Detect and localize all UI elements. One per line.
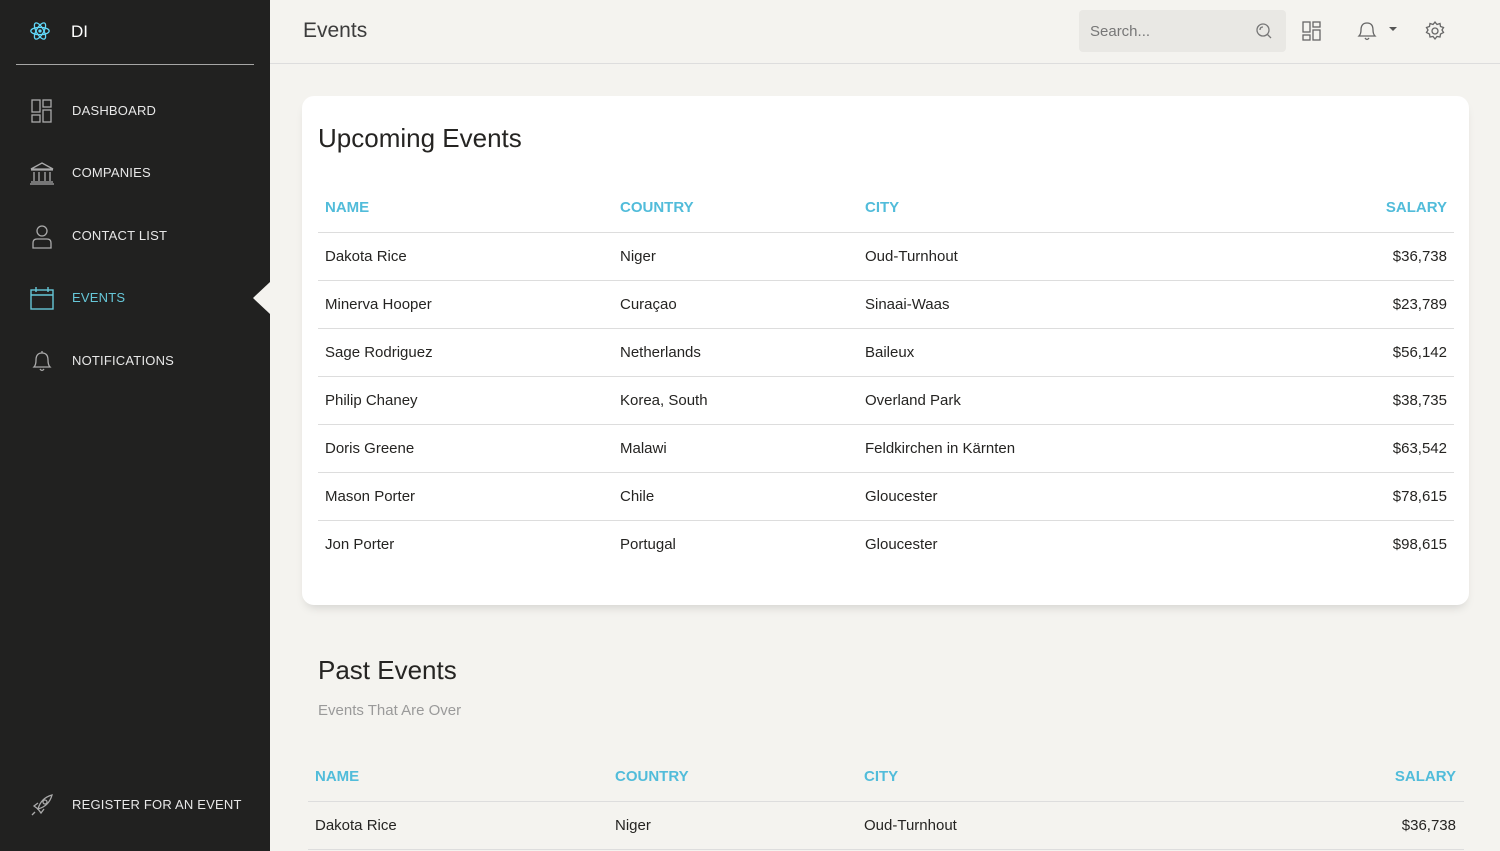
sidebar-item-label: DASHBOARD xyxy=(72,103,157,118)
caret-down-icon[interactable] xyxy=(1386,22,1400,36)
cell-country: Chile xyxy=(620,471,865,520)
column-header-name: NAME xyxy=(315,768,360,786)
column-header-country: COUNTRY xyxy=(615,768,689,786)
cell-salary: $56,142 xyxy=(1265,327,1454,376)
cell-city: Baileux xyxy=(865,327,1265,376)
sidebar-item-notifications[interactable]: NOTIFICATIONS xyxy=(0,336,270,386)
sidebar-item-label: COMPANIES xyxy=(72,165,151,180)
past-events-subtitle: Events That Are Over xyxy=(318,702,462,719)
search-box xyxy=(1079,10,1286,52)
column-header-salary: SALARY xyxy=(1385,199,1447,217)
cell-salary: $38,735 xyxy=(1265,375,1454,424)
register-event-label: REGISTER FOR AN EVENT xyxy=(72,797,242,812)
bank-icon xyxy=(30,162,54,185)
react-logo-icon xyxy=(30,22,50,40)
cell-salary: $63,542 xyxy=(1265,423,1454,472)
user-icon xyxy=(32,225,52,249)
column-header-country: COUNTRY xyxy=(620,199,694,217)
bell-icon[interactable] xyxy=(1356,20,1378,42)
table-header-row: NAME COUNTRY CITY SALARY xyxy=(308,753,1464,801)
column-header-city: CITY xyxy=(864,768,899,786)
bell-icon xyxy=(32,351,52,372)
cell-name: Philip Chaney xyxy=(318,375,620,424)
register-event-button[interactable]: REGISTER FOR AN EVENT xyxy=(0,780,270,830)
cell-name: Sage Rodriguez xyxy=(318,327,620,376)
cell-salary: $36,738 xyxy=(1265,231,1454,280)
brand[interactable]: DI xyxy=(16,0,254,65)
cell-name: Dakota Rice xyxy=(318,231,620,280)
cell-country: Netherlands xyxy=(620,327,865,376)
cell-name: Mason Porter xyxy=(318,471,620,520)
brand-text: DI xyxy=(71,22,88,41)
sidebar-item-companies[interactable]: COMPANIES xyxy=(0,148,270,198)
cell-city: Feldkirchen in Kärnten xyxy=(865,423,1265,472)
sidebar-item-label: CONTACT LIST xyxy=(72,228,168,243)
cell-city: Sinaai-Waas xyxy=(865,279,1265,328)
cell-country: Malawi xyxy=(620,423,865,472)
table-header-row: NAME COUNTRY CITY SALARY xyxy=(318,184,1454,232)
cell-country: Curaçao xyxy=(620,279,865,328)
cell-city: Overland Park xyxy=(865,375,1265,424)
cell-city: Oud-Turnhout xyxy=(864,800,1264,850)
upcoming-events-card: Upcoming Events NAME COUNTRY CITY SALARY… xyxy=(302,96,1469,605)
search-icon[interactable] xyxy=(1255,22,1273,40)
sidebar-item-label: NOTIFICATIONS xyxy=(72,353,175,368)
cell-city: Oud-Turnhout xyxy=(865,231,1265,280)
sidebar-item-contact-list[interactable]: CONTACT LIST xyxy=(0,211,270,261)
table-row: Sage Rodriguez Netherlands Baileux $56,1… xyxy=(318,327,1454,376)
dashboard-icon xyxy=(31,99,52,123)
sidebar-item-label: EVENTS xyxy=(72,290,126,305)
column-header-name: NAME xyxy=(325,199,370,217)
cell-salary: $78,615 xyxy=(1265,471,1454,520)
calendar-icon xyxy=(30,287,54,310)
table-row: Dakota Rice Niger Oud-Turnhout $36,738 xyxy=(318,231,1454,280)
cell-name: Jon Porter xyxy=(318,519,620,568)
table-row: Minerva Hooper Curaçao Sinaai-Waas $23,7… xyxy=(318,279,1454,328)
search-input[interactable] xyxy=(1079,10,1249,52)
table-row: Jon Porter Portugal Gloucester $98,615 xyxy=(318,519,1454,568)
page-title: Events xyxy=(303,19,368,42)
column-header-city: CITY xyxy=(865,199,900,217)
cell-name: Minerva Hooper xyxy=(318,279,620,328)
cell-name: Dakota Rice xyxy=(308,800,615,850)
past-events-title: Past Events xyxy=(318,655,457,685)
cell-city: Gloucester xyxy=(865,471,1265,520)
card-title: Upcoming Events xyxy=(318,123,522,153)
cell-country: Niger xyxy=(620,231,865,280)
active-indicator xyxy=(253,282,270,314)
cell-name: Doris Greene xyxy=(318,423,620,472)
sidebar: DI DASHBOARD COMPANIES CONTACT LIST EVEN… xyxy=(0,0,270,851)
cell-salary: $23,789 xyxy=(1265,279,1454,328)
cell-country: Portugal xyxy=(620,519,865,568)
topbar: Events xyxy=(270,0,1500,64)
cell-country: Niger xyxy=(615,800,864,850)
cell-city: Gloucester xyxy=(865,519,1265,568)
table-row: Mason Porter Chile Gloucester $78,615 xyxy=(318,471,1454,520)
cell-country: Korea, South xyxy=(620,375,865,424)
past-events-table: NAME COUNTRY CITY SALARY Dakota Rice Nig… xyxy=(308,753,1464,850)
table-row: Doris Greene Malawi Feldkirchen in Kärnt… xyxy=(318,423,1454,472)
column-header-salary: SALARY xyxy=(1394,768,1456,786)
layout-icon[interactable] xyxy=(1301,20,1323,42)
gear-icon[interactable] xyxy=(1424,20,1446,42)
sidebar-item-dashboard[interactable]: DASHBOARD xyxy=(0,86,270,136)
upcoming-events-table: NAME COUNTRY CITY SALARY Dakota Rice Nig… xyxy=(318,184,1454,568)
sidebar-item-events[interactable]: EVENTS xyxy=(0,273,270,323)
cell-salary: $36,738 xyxy=(1264,800,1464,850)
table-row: Dakota Rice Niger Oud-Turnhout $36,738 xyxy=(308,800,1464,850)
cell-salary: $98,615 xyxy=(1265,519,1454,568)
rocket-icon xyxy=(31,794,53,816)
table-row: Philip Chaney Korea, South Overland Park… xyxy=(318,375,1454,424)
